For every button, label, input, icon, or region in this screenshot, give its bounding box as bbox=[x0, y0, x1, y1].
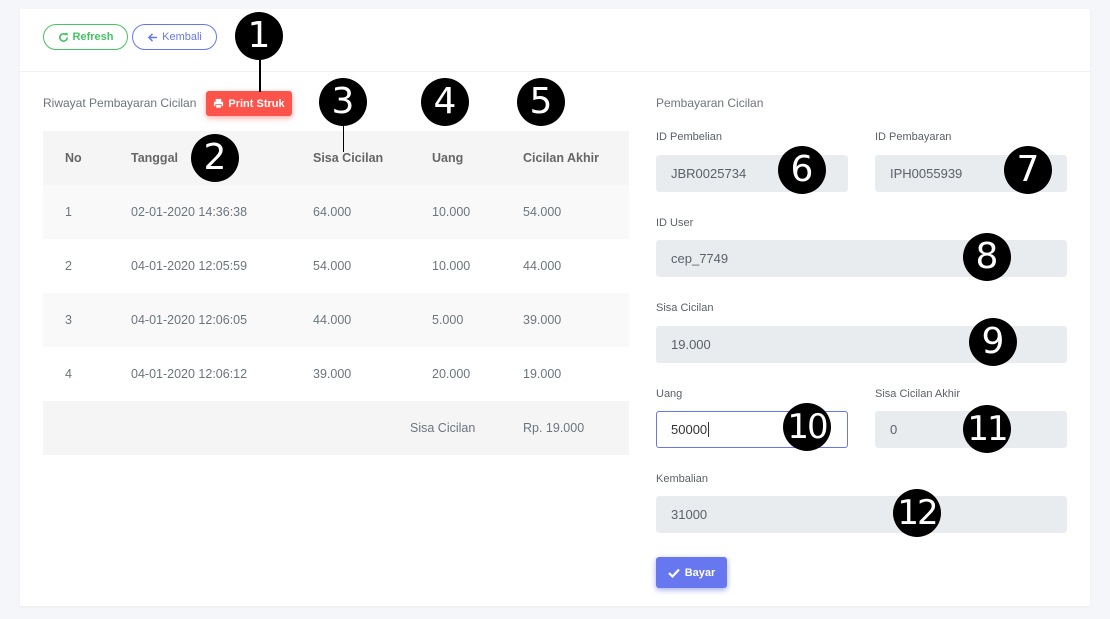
cell-sisa: 64.000 bbox=[291, 185, 410, 239]
id-pembayaran-label: ID Pembayaran bbox=[875, 131, 952, 143]
arrow-left-icon bbox=[147, 32, 158, 42]
bayar-button[interactable]: Bayar bbox=[656, 557, 727, 588]
cell-tanggal: 04-01-2020 12:06:12 bbox=[109, 347, 291, 401]
cell-no: 2 bbox=[43, 239, 109, 293]
marker-3-pointer bbox=[343, 124, 344, 152]
sisa-cicilan-akhir-value: 0 bbox=[890, 422, 898, 437]
cell-sisa: 39.000 bbox=[291, 347, 410, 401]
table-summary-row: Sisa Cicilan Rp. 19.000 bbox=[43, 401, 629, 455]
annotation-marker-11: 11 bbox=[963, 405, 1011, 453]
id-user-value: cep_7749 bbox=[671, 251, 729, 266]
cell-akhir: 54.000 bbox=[501, 185, 629, 239]
sisa-cicilan-akhir-label: Sisa Cicilan Akhir bbox=[875, 388, 960, 400]
cell-tanggal: 04-01-2020 12:06:05 bbox=[109, 293, 291, 347]
annotation-marker-4: 4 bbox=[421, 78, 469, 126]
print-button[interactable]: Print Struk bbox=[206, 91, 292, 116]
cell-uang: 20.000 bbox=[410, 347, 501, 401]
id-pembayaran-value: IPH0055939 bbox=[890, 166, 963, 181]
bayar-label: Bayar bbox=[684, 566, 716, 579]
column-header-no: No bbox=[43, 131, 109, 185]
marker-1-pointer bbox=[259, 56, 261, 92]
cell-uang: 5.000 bbox=[410, 293, 501, 347]
id-user-label: ID User bbox=[656, 217, 694, 229]
column-header-sisa-cicilan: Sisa Cicilan bbox=[291, 131, 410, 185]
uang-value: 50000 bbox=[671, 422, 708, 437]
print-label: Print Struk bbox=[228, 97, 285, 110]
card-header: Refresh Kembali bbox=[20, 9, 1090, 72]
cell-no: 3 bbox=[43, 293, 109, 347]
annotation-marker-1: 1 bbox=[235, 12, 283, 60]
kembalian-label: Kembalian bbox=[656, 473, 708, 485]
cell-no: 1 bbox=[43, 185, 109, 239]
annotation-marker-6: 6 bbox=[778, 146, 826, 194]
annotation-marker-8: 8 bbox=[963, 233, 1011, 281]
table-row: 4 04-01-2020 12:06:12 39.000 20.000 19.0… bbox=[43, 347, 629, 401]
annotation-marker-7: 7 bbox=[1004, 146, 1052, 194]
cell-akhir: 39.000 bbox=[501, 293, 629, 347]
back-button[interactable]: Kembali bbox=[132, 24, 217, 50]
column-header-cicilan-akhir: Cicilan Akhir bbox=[501, 131, 629, 185]
sisa-cicilan-value: 19.000 bbox=[671, 337, 711, 352]
cell-uang: 10.000 bbox=[410, 185, 501, 239]
refresh-icon bbox=[58, 32, 68, 42]
cell-tanggal: 02-01-2020 14:36:38 bbox=[109, 185, 291, 239]
kembalian-value: 31000 bbox=[671, 507, 708, 522]
table-row: 2 04-01-2020 12:05:59 54.000 10.000 44.0… bbox=[43, 239, 629, 293]
annotation-marker-3: 3 bbox=[319, 78, 367, 126]
printer-icon bbox=[214, 98, 224, 109]
column-header-uang: Uang bbox=[410, 131, 501, 185]
table-header-row: No Tanggal Sisa Cicilan Uang Cicilan Akh… bbox=[43, 131, 629, 185]
annotation-marker-5: 5 bbox=[517, 78, 565, 126]
annotation-marker-12: 12 bbox=[893, 489, 941, 537]
table-row: 1 02-01-2020 14:36:38 64.000 10.000 54.0… bbox=[43, 185, 629, 239]
table-row: 3 04-01-2020 12:06:05 44.000 5.000 39.00… bbox=[43, 293, 629, 347]
id-pembelian-label: ID Pembelian bbox=[656, 131, 723, 143]
refresh-button[interactable]: Refresh bbox=[43, 24, 128, 50]
cell-uang: 10.000 bbox=[410, 239, 501, 293]
sisa-cicilan-label: Sisa Cicilan bbox=[656, 302, 714, 314]
annotation-marker-9: 9 bbox=[969, 318, 1017, 366]
kembalian-field[interactable]: 31000 bbox=[656, 496, 1067, 533]
cell-no: 4 bbox=[43, 347, 109, 401]
cell-sisa: 44.000 bbox=[291, 293, 410, 347]
check-icon bbox=[667, 568, 680, 578]
cell-akhir: 19.000 bbox=[501, 347, 629, 401]
annotation-marker-2: 2 bbox=[191, 134, 239, 182]
summary-value: Rp. 19.000 bbox=[501, 401, 629, 455]
history-title: Riwayat Pembayaran Cicilan bbox=[43, 96, 197, 110]
payment-title: Pembayaran Cicilan bbox=[656, 96, 764, 110]
uang-label: Uang bbox=[656, 388, 683, 400]
refresh-label: Refresh bbox=[72, 31, 114, 43]
cell-tanggal: 04-01-2020 12:05:59 bbox=[109, 239, 291, 293]
cell-sisa: 54.000 bbox=[291, 239, 410, 293]
id-pembelian-value: JBR0025734 bbox=[671, 166, 747, 181]
summary-label: Sisa Cicilan bbox=[410, 401, 501, 455]
history-table: No Tanggal Sisa Cicilan Uang Cicilan Akh… bbox=[43, 131, 629, 455]
text-caret bbox=[708, 422, 710, 437]
back-label: Kembali bbox=[162, 31, 202, 43]
cell-akhir: 44.000 bbox=[501, 239, 629, 293]
annotation-marker-10: 10 bbox=[783, 403, 831, 451]
